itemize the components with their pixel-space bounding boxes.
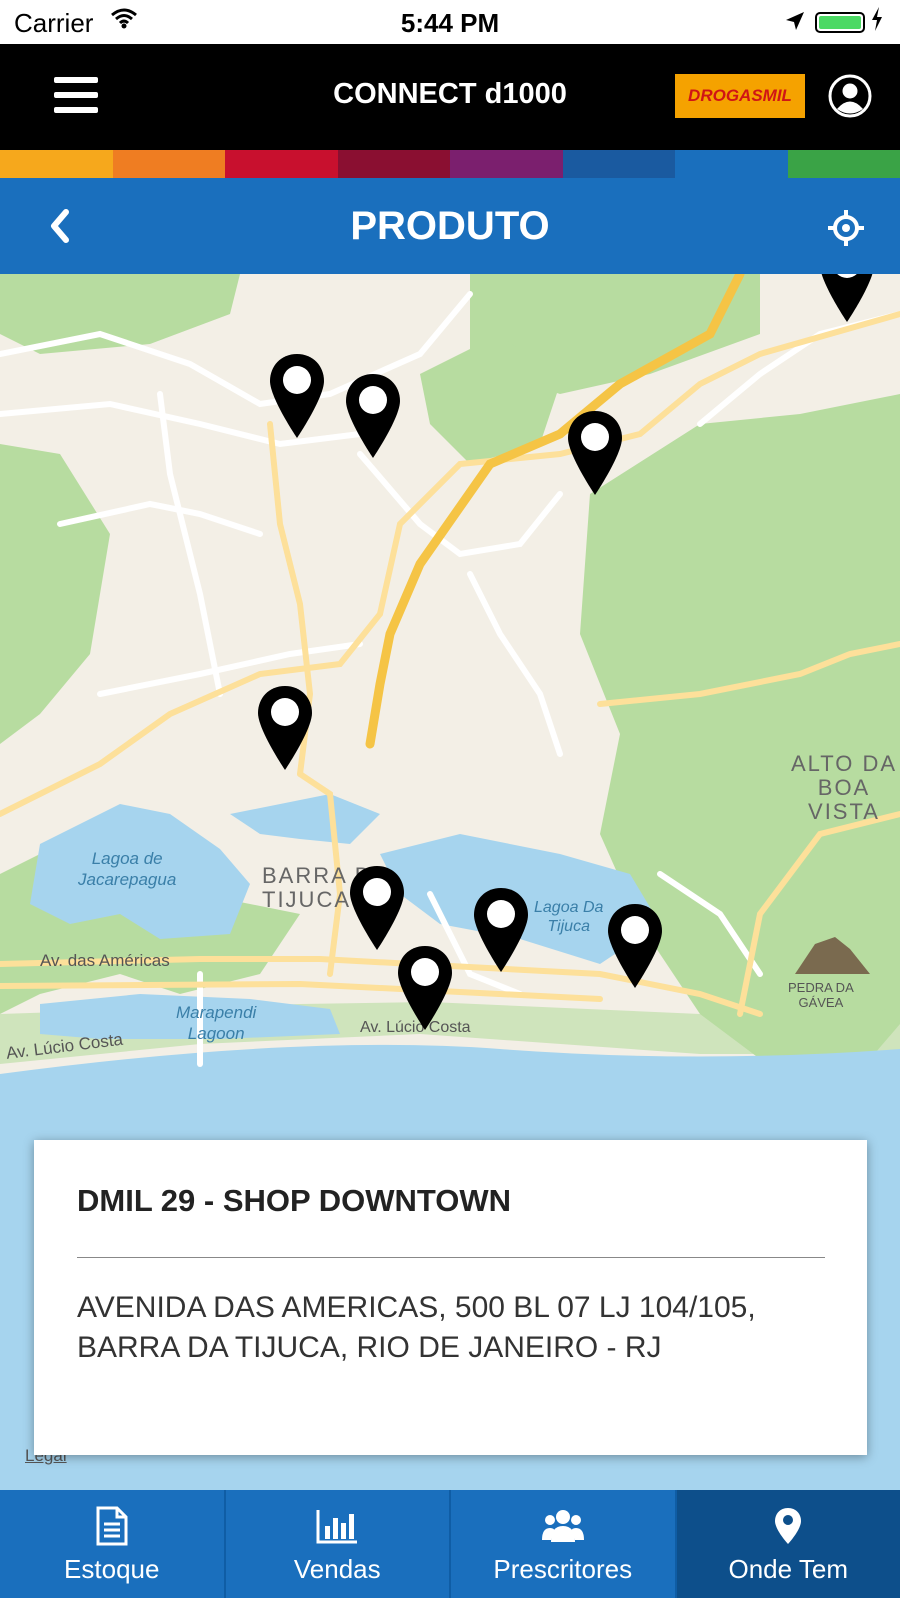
locate-me-button[interactable] bbox=[826, 208, 866, 248]
map-label-alto-da-boa-vista: ALTO DA BOA VISTA bbox=[790, 751, 898, 824]
battery-icon bbox=[815, 12, 865, 33]
store-map-pin[interactable] bbox=[818, 274, 876, 324]
location-pin-icon bbox=[677, 1506, 900, 1546]
store-map-pin[interactable] bbox=[396, 944, 454, 1032]
app-header: CONNECT d1000 DROGASMIL bbox=[0, 44, 900, 150]
bar-chart-icon bbox=[226, 1506, 450, 1546]
clock: 5:44 PM bbox=[400, 8, 500, 38]
users-icon bbox=[451, 1506, 675, 1546]
page-header: PRODUTO bbox=[0, 178, 900, 274]
charging-icon bbox=[870, 6, 884, 39]
store-map-pin[interactable] bbox=[344, 372, 402, 460]
tab-label: Estoque bbox=[64, 1554, 160, 1584]
tab-vendas[interactable]: Vendas bbox=[225, 1490, 451, 1598]
store-info-card[interactable]: DMIL 29 - SHOP DOWNTOWN AVENIDA DAS AMER… bbox=[34, 1140, 867, 1455]
menu-button[interactable] bbox=[54, 77, 98, 115]
status-bar: Carrier 5:44 PM bbox=[0, 0, 900, 44]
menu-icon-bar bbox=[54, 77, 98, 83]
location-arrow-icon bbox=[784, 8, 806, 39]
color-strip-segment bbox=[450, 150, 563, 178]
tab-onde-tem[interactable]: Onde Tem bbox=[676, 1490, 900, 1598]
color-strip-segment bbox=[112, 150, 225, 178]
store-map-pin[interactable] bbox=[606, 902, 664, 990]
bottom-tab-bar: Estoque Vendas Prescritores Onde Tem bbox=[0, 1490, 900, 1598]
store-map-pin[interactable] bbox=[256, 684, 314, 772]
store-map-pin[interactable] bbox=[268, 352, 326, 440]
store-map-pin[interactable] bbox=[472, 886, 530, 974]
back-button[interactable] bbox=[40, 202, 84, 250]
menu-icon-bar bbox=[54, 92, 98, 98]
tab-estoque[interactable]: Estoque bbox=[0, 1490, 226, 1598]
map-label-av-das-americas: Av. das Américas bbox=[40, 951, 170, 970]
store-address: AVENIDA DAS AMERICAS, 500 BL 07 LJ 104/1… bbox=[77, 1291, 756, 1364]
document-icon bbox=[0, 1506, 224, 1546]
color-strip-segment bbox=[225, 150, 338, 178]
tab-label: Vendas bbox=[293, 1554, 381, 1584]
color-strip-segment bbox=[787, 150, 900, 178]
color-strip-segment bbox=[337, 150, 450, 178]
drogasmil-logo: DROGASMIL bbox=[675, 74, 805, 118]
map-label-marapendi-lagoon: Marapendi Lagoon bbox=[176, 1003, 257, 1043]
map-label-lagoa-da-tijuca: Lagoa Da Tijuca bbox=[534, 899, 604, 935]
map-label-lagoa-jacarepagua: Lagoa de Jacarepagua bbox=[78, 849, 177, 889]
brand-color-strip bbox=[0, 150, 900, 178]
page-title: PRODUTO bbox=[350, 204, 550, 248]
color-strip-segment bbox=[562, 150, 675, 178]
card-divider bbox=[77, 1257, 825, 1258]
color-strip-segment bbox=[675, 150, 788, 178]
store-map-pin[interactable] bbox=[566, 409, 624, 497]
tab-label: Onde Tem bbox=[728, 1554, 848, 1584]
map-label-pedra-da-gavea: PEDRA DA GÁVEA bbox=[788, 980, 854, 1010]
tab-label: Prescritores bbox=[493, 1554, 633, 1584]
color-strip-segment bbox=[0, 150, 113, 178]
tab-prescritores[interactable]: Prescritores bbox=[451, 1490, 677, 1598]
store-map-pin[interactable] bbox=[348, 864, 406, 952]
user-profile-icon[interactable] bbox=[828, 74, 872, 118]
menu-icon-bar bbox=[54, 107, 98, 113]
store-name: DMIL 29 - SHOP DOWNTOWN bbox=[77, 1183, 512, 1218]
chevron-left-icon bbox=[51, 209, 69, 243]
crosshair-icon bbox=[828, 210, 864, 246]
